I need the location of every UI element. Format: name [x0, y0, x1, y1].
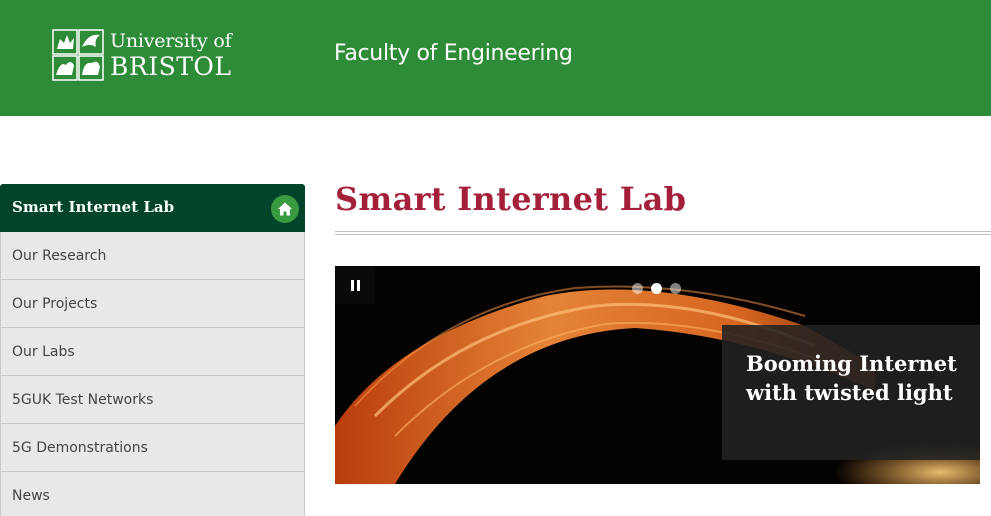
faculty-title[interactable]: Faculty of Engineering	[334, 41, 573, 66]
sidebar-heading-label: Smart Internet Lab	[12, 198, 175, 216]
sidebar-heading[interactable]: Smart Internet Lab	[0, 184, 305, 232]
slide-caption[interactable]: Booming Internet with twisted light	[746, 349, 966, 407]
sidebar-item-our-projects[interactable]: Our Projects	[0, 280, 305, 328]
sidebar-item-5g-demonstrations[interactable]: 5G Demonstrations	[0, 424, 305, 472]
pause-icon[interactable]	[335, 266, 375, 304]
carousel-dot-2[interactable]	[651, 283, 662, 294]
logo-wordmark: University of BRISTOL	[110, 29, 232, 81]
hero-carousel[interactable]: Booming Internet with twisted light	[335, 266, 980, 484]
crest-icon	[52, 29, 104, 81]
home-icon[interactable]	[271, 195, 299, 223]
title-divider	[335, 231, 991, 235]
carousel-dots	[632, 283, 689, 294]
sidebar-item-news[interactable]: News	[0, 472, 305, 516]
slide-caption-box[interactable]: Booming Internet with twisted light	[722, 325, 980, 460]
sidebar-item-our-labs[interactable]: Our Labs	[0, 328, 305, 376]
sidebar-item-our-research[interactable]: Our Research	[0, 232, 305, 280]
logo-line-bristol: BRISTOL	[110, 51, 232, 81]
sidebar-item-label: Our Projects	[12, 296, 98, 312]
university-logo[interactable]: University of BRISTOL	[52, 28, 234, 82]
carousel-dot-3[interactable]	[670, 283, 681, 294]
logo-line-university: University of	[110, 29, 232, 52]
sidebar-item-label: Our Labs	[12, 344, 75, 360]
sidebar-nav: Smart Internet Lab Our Research Our Proj…	[0, 184, 305, 516]
sidebar-item-5guk-test-networks[interactable]: 5GUK Test Networks	[0, 376, 305, 424]
sidebar-item-label: 5G Demonstrations	[12, 440, 148, 456]
carousel-dot-1[interactable]	[632, 283, 643, 294]
sidebar-item-label: News	[12, 488, 50, 504]
sidebar-item-label: Our Research	[12, 248, 107, 264]
site-header: University of BRISTOL Faculty of Enginee…	[0, 0, 991, 116]
page-title: Smart Internet Lab	[335, 180, 687, 218]
sidebar-item-label: 5GUK Test Networks	[12, 392, 154, 408]
